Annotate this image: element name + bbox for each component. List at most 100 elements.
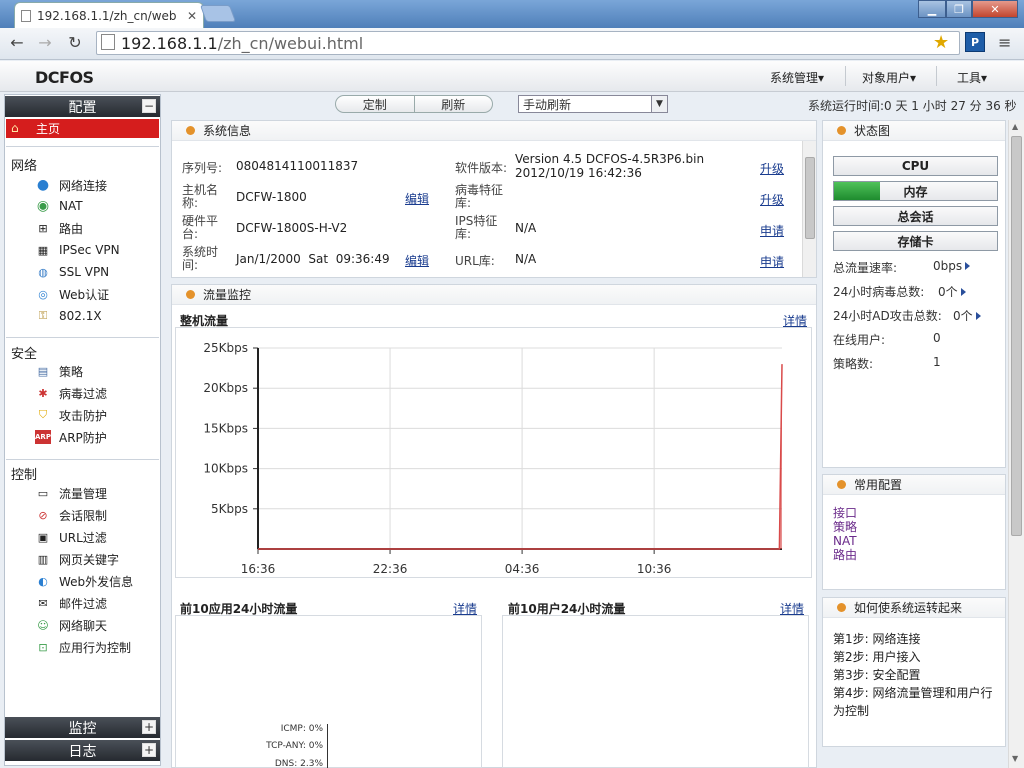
sidebar-item-network-connect[interactable]: ● 网络连接 bbox=[35, 175, 107, 195]
browser-menu-icon[interactable]: ≡ bbox=[998, 33, 1011, 52]
sysinfo-title-bar: 系统信息 bbox=[172, 121, 816, 141]
upgrade-av-link[interactable]: 升级 bbox=[760, 191, 784, 208]
howto-step: 第3步: 安全配置 bbox=[833, 668, 921, 682]
bullet-icon bbox=[186, 126, 195, 135]
back-icon[interactable]: ← bbox=[4, 30, 30, 54]
sidebar-item-antivirus[interactable]: ✱ 病毒过滤 bbox=[35, 383, 107, 403]
chevron-down-icon[interactable]: ▼ bbox=[651, 96, 667, 112]
apply-ips-link[interactable]: 申请 bbox=[760, 222, 784, 239]
status-row-value[interactable]: 0个 bbox=[953, 307, 981, 324]
maximize-icon[interactable]: ❐ bbox=[946, 0, 972, 18]
edit-time-link[interactable]: 编辑 bbox=[405, 252, 429, 269]
menu-object-user[interactable]: 对象用户▾ bbox=[862, 69, 916, 86]
systime-value: Jan/1/2000 Sat 09:36:49 bbox=[236, 252, 390, 266]
window-close-icon[interactable]: ✕ bbox=[972, 0, 1018, 18]
status-row-value[interactable]: 0bps bbox=[933, 259, 971, 273]
sidebar-item-app-control[interactable]: ⊡ 应用行为控制 bbox=[35, 637, 131, 657]
upgrade-sw-link[interactable]: 升级 bbox=[760, 160, 784, 177]
sidebar-item-attack-defense[interactable]: ⛉ 攻击防护 bbox=[35, 405, 107, 425]
common-link-interface[interactable]: 接口 bbox=[833, 506, 857, 520]
howto-step: 第2步: 用户接入 bbox=[833, 650, 921, 664]
sidebar-item-mail-filter[interactable]: ✉ 邮件过滤 bbox=[35, 593, 107, 613]
status-row-ad-attack: 24小时AD攻击总数: 0个 bbox=[833, 307, 981, 324]
browser-tab[interactable]: 192.168.1.1/zh_cn/webui ✕ bbox=[14, 2, 204, 28]
app-label-icmp: ICMP: 0% bbox=[280, 724, 323, 734]
collapse-icon[interactable]: − bbox=[142, 99, 156, 113]
sidebar-item-route[interactable]: ⊞ 路由 bbox=[35, 218, 83, 238]
sidebar-monitor-header[interactable]: 监控 + bbox=[5, 717, 160, 738]
new-tab-button[interactable] bbox=[199, 5, 237, 22]
sidebar-config-header[interactable]: 配置 − bbox=[5, 96, 160, 117]
sidebar-item-ipsec-vpn[interactable]: ▦ IPSec VPN bbox=[35, 240, 120, 260]
menu-tools[interactable]: 工具▾ bbox=[957, 69, 987, 86]
sidebar-item-web-outbound[interactable]: ◐ Web外发信息 bbox=[35, 571, 133, 591]
web-outbound-icon: ◐ bbox=[38, 574, 48, 588]
sidebar-divider bbox=[6, 337, 159, 338]
edit-hostname-link[interactable]: 编辑 bbox=[405, 190, 429, 207]
sidebar-item-label: SSL VPN bbox=[59, 265, 110, 279]
status-row-label: 总流量速率: bbox=[833, 261, 898, 275]
status-row-value[interactable]: 0个 bbox=[938, 283, 966, 300]
scroll-thumb[interactable] bbox=[805, 157, 815, 239]
8021x-icon: ⚿ bbox=[38, 309, 48, 322]
sysinfo-scrollbar[interactable] bbox=[802, 141, 816, 277]
common-link-nat[interactable]: NAT bbox=[833, 534, 857, 548]
status-row-label: 在线用户: bbox=[833, 333, 886, 347]
sidebar-item-web-keyword[interactable]: ▥ 网页关键字 bbox=[35, 549, 119, 569]
sidebar-item-url-filter[interactable]: ▣ URL过滤 bbox=[35, 527, 107, 547]
sidebar-item-session-limit[interactable]: ⊘ 会话限制 bbox=[35, 505, 107, 525]
im-chat-icon: ☺ bbox=[37, 618, 49, 632]
traffic-title-bar: 流量监控 bbox=[172, 285, 816, 305]
refresh-button[interactable]: 刷新 bbox=[413, 96, 493, 112]
url-db-label: URL库: bbox=[455, 254, 495, 268]
sidebar-item-label: 路由 bbox=[59, 221, 84, 236]
minimize-icon[interactable]: ▁ bbox=[918, 0, 946, 18]
page-scrollbar[interactable]: ▲ ▼ bbox=[1008, 120, 1024, 768]
extension-icon[interactable]: P bbox=[965, 32, 985, 52]
toolbar-buttons: 定制 刷新 bbox=[335, 95, 493, 113]
cpu-bar[interactable]: CPU bbox=[833, 156, 998, 176]
app-control-icon: ⊡ bbox=[38, 640, 48, 654]
customize-button[interactable]: 定制 bbox=[336, 96, 414, 112]
common-link-route[interactable]: 路由 bbox=[833, 548, 857, 562]
expand-icon[interactable]: + bbox=[142, 720, 156, 734]
sidebar-item-label: ARP防护 bbox=[59, 430, 107, 445]
expand-icon[interactable]: + bbox=[142, 743, 156, 757]
shield-icon: ⛉ bbox=[38, 408, 48, 421]
ssl-vpn-icon: ◍ bbox=[38, 265, 48, 279]
forward-icon[interactable]: → bbox=[32, 30, 58, 54]
ips-db-value: N/A bbox=[515, 221, 537, 235]
bookmark-star-icon[interactable]: ★ bbox=[933, 32, 949, 53]
refresh-mode-value: 手动刷新 bbox=[523, 97, 572, 112]
sidebar-item-label: 应用行为控制 bbox=[59, 640, 132, 655]
storage-bar[interactable]: 存储卡 bbox=[833, 231, 998, 251]
sidebar-item-web-auth[interactable]: ◎ Web认证 bbox=[35, 284, 109, 304]
ipsec-vpn-icon: ▦ bbox=[37, 243, 49, 257]
page-scroll-thumb[interactable] bbox=[1011, 136, 1022, 536]
sidebar-item-8021x[interactable]: ⚿ 802.1X bbox=[35, 306, 102, 326]
sidebar-item-ssl-vpn[interactable]: ◍ SSL VPN bbox=[35, 262, 109, 282]
address-bar[interactable]: 192.168.1.1/zh_cn/webui.html bbox=[96, 31, 960, 55]
sidebar-item-home[interactable]: ⌂ 主页 bbox=[6, 119, 159, 138]
policies-value: 1 bbox=[933, 355, 941, 369]
scroll-up-icon[interactable]: ▲ bbox=[1012, 122, 1018, 131]
sidebar-log-header[interactable]: 日志 + bbox=[5, 740, 160, 761]
sessions-bar[interactable]: 总会话 bbox=[833, 206, 998, 226]
apply-url-link[interactable]: 申请 bbox=[760, 253, 784, 270]
scroll-down-icon[interactable]: ▼ bbox=[1012, 754, 1018, 763]
globe-icon: ● bbox=[36, 177, 50, 193]
whole-traffic-chart: 5Kbps 10Kbps 15Kbps 20Kbps 25Kbps 16:36 22:36 0… bbox=[203, 341, 783, 576]
sidebar-item-policy[interactable]: ▤ 策略 bbox=[35, 361, 83, 381]
sidebar-item-im-chat[interactable]: ☺ 网络聊天 bbox=[35, 615, 107, 635]
sidebar-item-traffic-mgmt[interactable]: ▭ 流量管理 bbox=[35, 483, 107, 503]
sidebar-item-arp-defense[interactable]: ARP ARP防护 bbox=[35, 427, 107, 447]
sidebar-item-nat[interactable]: ◉ NAT bbox=[35, 196, 83, 216]
refresh-mode-select[interactable]: 手动刷新 ▼ bbox=[518, 95, 668, 113]
sidebar-config-title: 配置 bbox=[68, 99, 97, 116]
menu-system-manage[interactable]: 系统管理▾ bbox=[770, 69, 824, 86]
platform-label: 硬件平台: bbox=[182, 214, 219, 241]
tab-close-icon[interactable]: ✕ bbox=[187, 9, 197, 23]
memory-bar[interactable]: 内存 bbox=[833, 181, 998, 201]
reload-icon[interactable]: ↻ bbox=[62, 30, 88, 54]
common-link-policy[interactable]: 策略 bbox=[833, 520, 857, 534]
